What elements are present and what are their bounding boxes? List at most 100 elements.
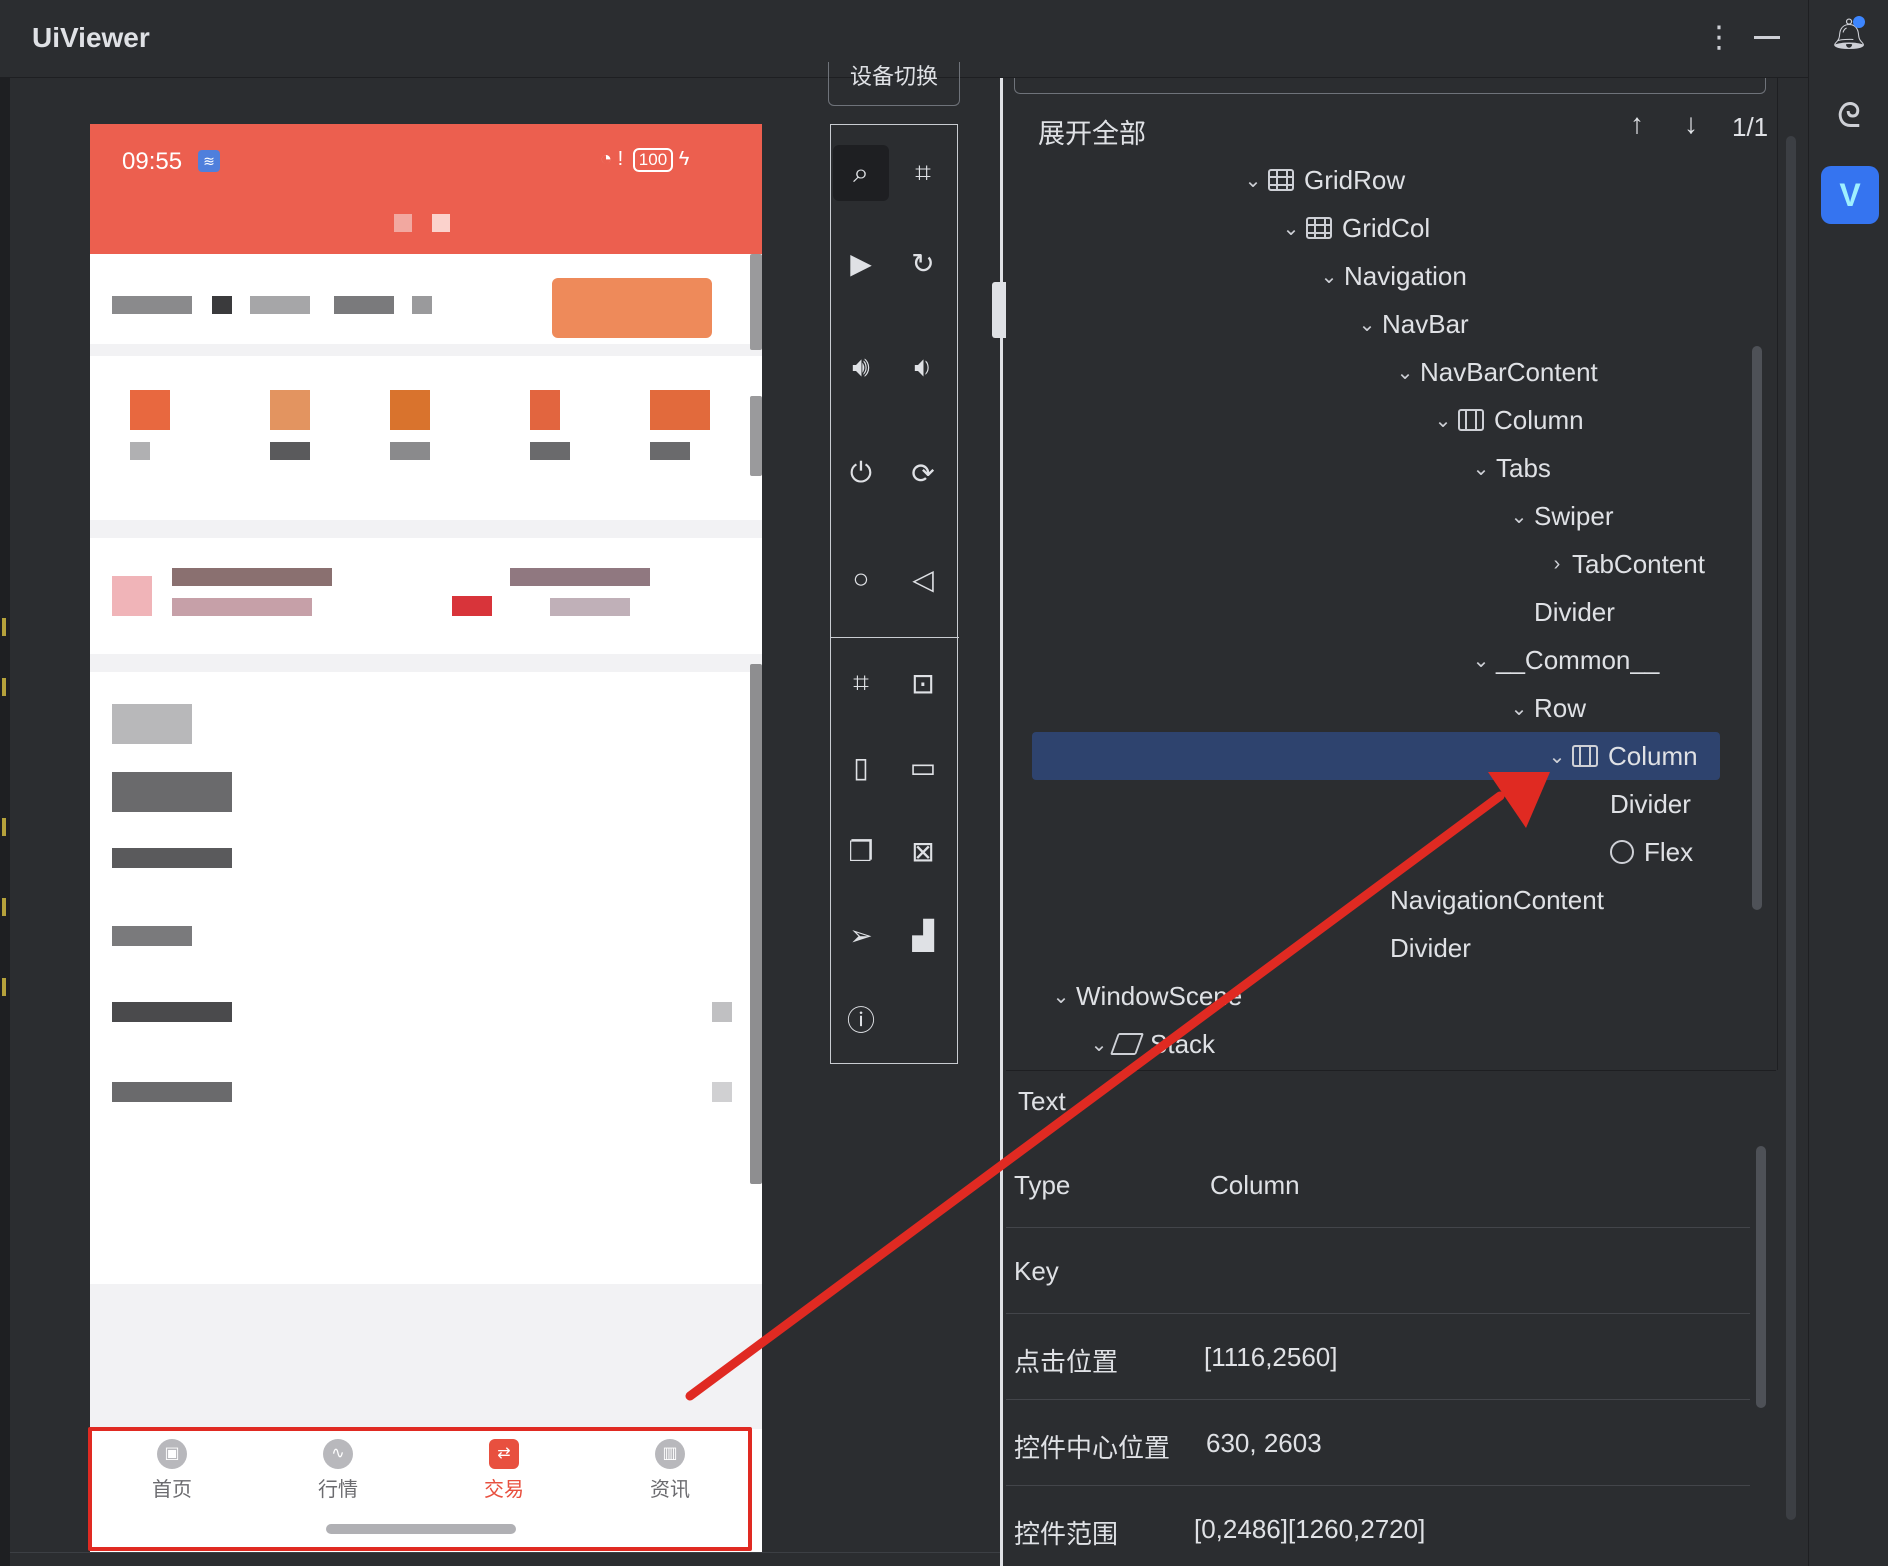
tree-node-label: Column bbox=[1494, 404, 1584, 435]
tree-node[interactable]: ⌄ Divider bbox=[1580, 784, 1691, 824]
device-switch-button[interactable]: 设备切换 bbox=[828, 62, 960, 106]
back-triangle-icon[interactable]: ◁ bbox=[895, 551, 951, 607]
grid-icon bbox=[1268, 169, 1294, 191]
chevron-right-icon bbox=[712, 1002, 732, 1022]
swirl-plugin-icon[interactable]: ᘓ bbox=[1829, 96, 1869, 136]
tree-node[interactable]: ⌄ __Common__ bbox=[1466, 640, 1660, 680]
blurred-icon[interactable] bbox=[390, 390, 430, 430]
tree-node-label: NavBarContent bbox=[1420, 356, 1598, 387]
status-time: 09:55 bbox=[122, 148, 183, 175]
blurred-icon bbox=[452, 596, 492, 616]
tree-node[interactable]: ⌄ GridCol bbox=[1276, 208, 1431, 248]
tree-node[interactable]: › TabContent bbox=[1542, 544, 1705, 584]
property-key: Type bbox=[1014, 1170, 1071, 1200]
gutter-marker bbox=[2, 978, 6, 996]
tree-node[interactable]: ⌄ Flex bbox=[1580, 832, 1693, 872]
market-summary-card[interactable] bbox=[90, 538, 762, 654]
tree-scrollbar[interactable] bbox=[1752, 346, 1762, 910]
send-icon[interactable]: ➢ bbox=[833, 907, 889, 963]
tree-node-label: Column bbox=[1608, 740, 1698, 771]
tree-node[interactable]: ⌄ Tabs bbox=[1466, 448, 1551, 488]
tree-node[interactable]: ⌄ Swiper bbox=[1504, 496, 1614, 536]
clipboard-icon[interactable]: ▟ bbox=[895, 907, 951, 963]
tree-node[interactable]: ⌄ WindowScene bbox=[1046, 976, 1243, 1016]
chevron-down-icon[interactable]: ⌄ bbox=[1046, 984, 1076, 1009]
tree-node[interactable]: ⌄ Column bbox=[1428, 400, 1584, 440]
blurred-icon[interactable] bbox=[130, 390, 170, 430]
blurred-text bbox=[112, 772, 232, 812]
chevron-down-icon[interactable]: ⌄ bbox=[1504, 696, 1534, 721]
notification-badge bbox=[1853, 16, 1865, 28]
blurred-text bbox=[130, 442, 150, 460]
chevron-down-icon[interactable]: ⌄ bbox=[1466, 456, 1496, 481]
arrow-up-icon[interactable]: ↑ bbox=[1630, 108, 1644, 140]
gutter-marker bbox=[2, 898, 6, 916]
record-video-icon[interactable]: ▶ bbox=[833, 235, 889, 291]
crop-icon[interactable]: ⌗ bbox=[833, 655, 889, 711]
header-pixel bbox=[394, 214, 412, 232]
fit-screen-icon[interactable]: ⊡ bbox=[895, 655, 951, 711]
tree-node[interactable]: ⌄ Divider bbox=[1504, 592, 1615, 632]
highlight-box bbox=[88, 1427, 752, 1551]
minimize-button[interactable] bbox=[1754, 36, 1780, 39]
blurred-text bbox=[334, 296, 394, 314]
uiviewer-plugin-icon[interactable]: V bbox=[1821, 166, 1879, 224]
tree-node-label: __Common__ bbox=[1496, 644, 1660, 675]
chevron-down-icon[interactable]: ⌄ bbox=[1238, 168, 1268, 193]
blurred-action-button[interactable] bbox=[552, 278, 712, 338]
volume-down-icon[interactable]: 🔉︎ bbox=[895, 339, 951, 395]
info-icon[interactable]: ⓘ bbox=[833, 991, 889, 1047]
tree-node[interactable]: ⌄ Stack bbox=[1084, 1024, 1215, 1064]
tree-node[interactable]: ⌄ GridRow bbox=[1238, 160, 1406, 200]
blurred-icon[interactable] bbox=[530, 390, 560, 430]
home-circle-icon[interactable]: ○ bbox=[833, 551, 889, 607]
expand-all-button[interactable]: 展开全部 bbox=[1038, 112, 1146, 151]
close-window-icon[interactable]: ⊠ bbox=[895, 823, 951, 879]
chevron-down-icon[interactable]: ⌄ bbox=[1314, 264, 1344, 289]
rotate-landscape-icon[interactable]: ▭ bbox=[895, 739, 951, 795]
inspect-select-icon[interactable]: ⌕ bbox=[833, 145, 889, 201]
arrow-down-icon[interactable]: ↓ bbox=[1684, 108, 1698, 140]
restart-icon[interactable]: ⟳ bbox=[895, 445, 951, 501]
tree-node[interactable]: ⌄ NavBarContent bbox=[1390, 352, 1598, 392]
copy-icon[interactable]: ❐ bbox=[833, 823, 889, 879]
blurred-icon[interactable] bbox=[650, 390, 710, 430]
property-row: 点击位置 [1116,2560] bbox=[1006, 1314, 1750, 1400]
window-title: UiViewer bbox=[32, 22, 150, 53]
power-icon[interactable]: ⏻ bbox=[833, 445, 889, 501]
tree-search-input[interactable] bbox=[1014, 78, 1766, 94]
right-tool-strip: 🔔︎ ᘓ V bbox=[1808, 0, 1888, 1566]
chevron-right-icon[interactable]: › bbox=[1542, 553, 1572, 576]
tree-node-selected[interactable]: ⌄ Column bbox=[1542, 736, 1698, 776]
chevron-down-icon[interactable]: ⌄ bbox=[1352, 312, 1382, 337]
tree-node[interactable]: ⌄ NavBar bbox=[1352, 304, 1469, 344]
refresh-icon[interactable]: ↻ bbox=[895, 235, 951, 291]
list-card[interactable] bbox=[90, 672, 762, 1284]
device-screenshot[interactable]: 09:55 ≋ ◔ ! 100 ϟ ▣ 首页 ∿ 行情 ⇄ 交易 ▥ 资讯 bbox=[90, 124, 762, 1552]
properties-scrollbar[interactable] bbox=[1756, 1146, 1766, 1408]
volume-up-icon[interactable]: 🔊︎ bbox=[833, 339, 889, 395]
account-card[interactable] bbox=[90, 254, 762, 344]
tree-node[interactable]: ⌄ Divider bbox=[1360, 928, 1471, 968]
chevron-down-icon[interactable]: ⌄ bbox=[1542, 744, 1572, 769]
signal-icon: ◔ bbox=[600, 148, 613, 170]
blurred-text bbox=[510, 568, 650, 586]
chevron-down-icon[interactable]: ⌄ bbox=[1276, 216, 1306, 241]
more-options-icon[interactable]: ⋮ bbox=[1704, 20, 1734, 55]
property-row: 控件范围 [0,2486][1260,2720] bbox=[1006, 1486, 1750, 1566]
tree-node[interactable]: ⌄ Navigation bbox=[1314, 256, 1467, 296]
blurred-icon[interactable] bbox=[270, 390, 310, 430]
chevron-down-icon[interactable]: ⌄ bbox=[1428, 408, 1458, 433]
chevron-down-icon[interactable]: ⌄ bbox=[1390, 360, 1420, 385]
shortcut-grid[interactable] bbox=[90, 356, 762, 520]
rotate-portrait-icon[interactable]: ▯ bbox=[833, 739, 889, 795]
wifi-icon: ≋ bbox=[198, 150, 220, 172]
blurred-text bbox=[172, 598, 312, 616]
tree-node[interactable]: ⌄ Row bbox=[1504, 688, 1586, 728]
panel-scrollbar[interactable] bbox=[1786, 136, 1796, 1520]
blurred-text bbox=[112, 1082, 232, 1102]
screenshot-icon[interactable]: ⌗ bbox=[895, 145, 951, 201]
chevron-down-icon[interactable]: ⌄ bbox=[1504, 504, 1534, 529]
chevron-down-icon[interactable]: ⌄ bbox=[1466, 648, 1496, 673]
tree-node[interactable]: ⌄ NavigationContent bbox=[1360, 880, 1604, 920]
